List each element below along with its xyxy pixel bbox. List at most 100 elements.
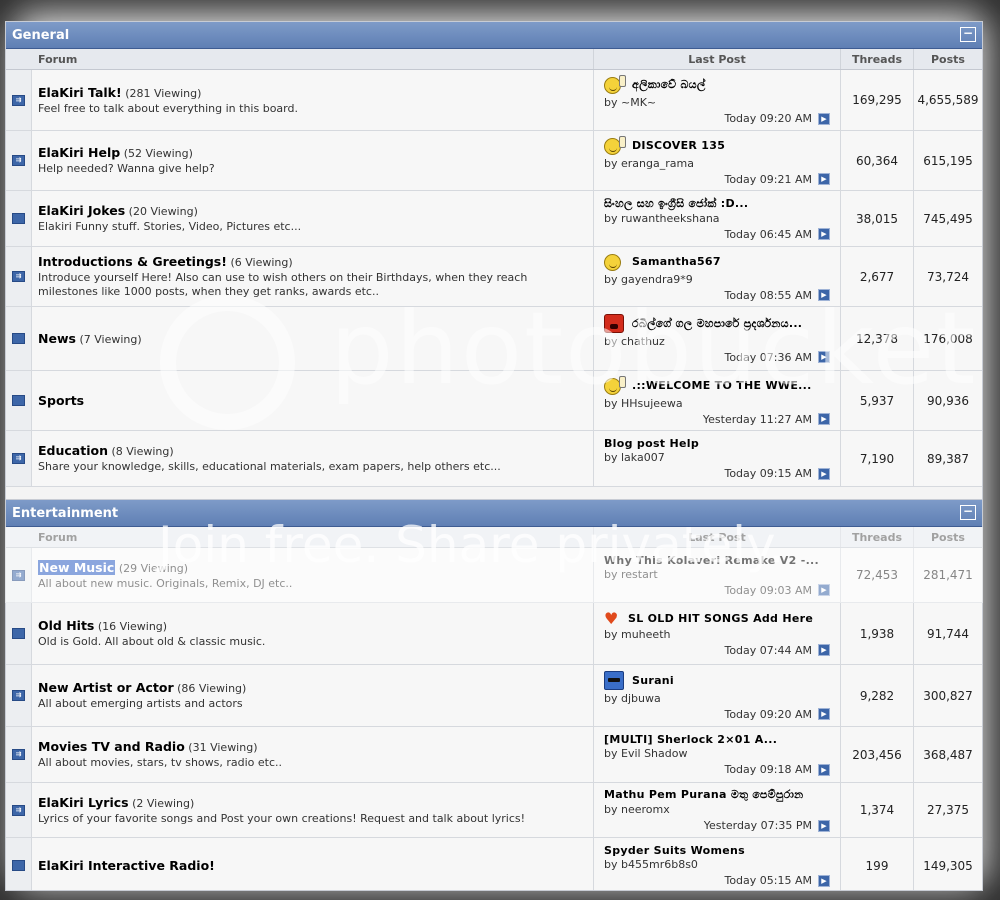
posts-column-header[interactable]: Posts <box>913 49 982 69</box>
last-post-title-link[interactable]: DISCOVER 135 <box>632 139 725 152</box>
heart-icon: ♥ <box>604 608 619 628</box>
last-post-title-link[interactable]: .::WELCOME TO THE WWE... <box>632 379 812 392</box>
last-post-user-link[interactable]: eranga_rama <box>621 157 694 170</box>
last-post-user-link[interactable]: muheeth <box>621 628 670 641</box>
last-post-user-link[interactable]: djbuwa <box>621 692 661 705</box>
forum-status-icon: ⇉ <box>12 155 25 166</box>
forum-title-link[interactable]: ElaKiri Talk! <box>38 85 122 100</box>
last-post-user-link[interactable]: Evil Shadow <box>621 747 687 760</box>
last-post-cell: [MULTI] Sherlock 2×01 A... by Evil Shado… <box>593 727 840 782</box>
thread-count: 203,456 <box>840 727 913 782</box>
last-post-title-link[interactable]: සිංහල සහ ඉංග්‍රීසි ජෝක් :D... <box>604 197 748 211</box>
last-post-user-link[interactable]: ruwantheekshana <box>621 212 720 225</box>
last-post-user-link[interactable]: chathuz <box>621 335 665 348</box>
viewing-count: (52 Viewing) <box>123 147 193 160</box>
viewing-count: (16 Viewing) <box>97 620 168 633</box>
last-post-column-header[interactable]: Last Post <box>593 49 840 69</box>
last-post-time: Today 09:20 AM <box>724 112 812 125</box>
go-to-last-post-icon[interactable]: ▶ <box>818 228 830 240</box>
collapse-button[interactable]: − <box>960 27 976 42</box>
go-to-last-post-icon[interactable]: ▶ <box>818 584 830 596</box>
last-post-user-link[interactable]: neeromx <box>621 803 670 816</box>
forum-title-link[interactable]: Movies TV and Radio <box>38 739 185 754</box>
last-post-column-header[interactable]: Last Post <box>593 527 840 547</box>
last-post-cell: රබිල්ගේ ගල මහපාරේ ප්‍රදර්ශනය... by chath… <box>593 307 840 370</box>
go-to-last-post-icon[interactable]: ▶ <box>818 289 830 301</box>
go-to-last-post-icon[interactable]: ▶ <box>818 112 830 125</box>
forum-column-header[interactable]: Forum <box>32 527 593 547</box>
last-post-title-link[interactable]: Why This Kolaveri Remake V2 -... <box>604 554 819 567</box>
last-post-user-link[interactable]: restart <box>621 568 658 581</box>
last-post-title-link[interactable]: [MULTI] Sherlock 2×01 A... <box>604 733 777 746</box>
forum-row: ⇉ New Artist or Actor (86 Viewing) All a… <box>6 665 982 727</box>
go-to-last-post-icon[interactable]: ▶ <box>818 644 830 656</box>
forum-title-link[interactable]: News <box>38 331 76 346</box>
forum-status-icon: ⇉ <box>12 628 25 639</box>
go-to-last-post-icon[interactable]: ▶ <box>818 819 830 832</box>
last-post-title-link[interactable]: SL OLD HIT SONGS Add Here <box>628 612 813 625</box>
last-post-time: Today 09:18 AM <box>724 763 812 776</box>
forum-title-link[interactable]: New Artist or Actor <box>38 680 174 695</box>
thread-count: 169,295 <box>840 70 913 130</box>
go-to-last-post-icon[interactable]: ▶ <box>818 708 830 720</box>
forum-title-link[interactable]: New Music <box>38 559 116 575</box>
threads-column-header[interactable]: Threads <box>840 527 913 547</box>
forum-row: ⇉ ElaKiri Help (52 Viewing) Help needed?… <box>6 131 982 191</box>
forum-title-link[interactable]: Introductions & Greetings! <box>38 254 227 269</box>
category-title: General <box>12 28 70 43</box>
last-post-title-link[interactable]: රබිල්ගේ ගල මහපාරේ ප්‍රදර්ශනය... <box>632 317 802 331</box>
last-post-user-link[interactable]: laka007 <box>621 451 665 464</box>
forum-title-link[interactable]: ElaKiri Lyrics <box>38 795 129 810</box>
posts-column-header[interactable]: Posts <box>913 527 982 547</box>
forum-title-link[interactable]: Education <box>38 443 108 458</box>
forum-column-header[interactable]: Forum <box>32 49 593 69</box>
last-post-time: Today 09:03 AM <box>724 583 812 597</box>
threads-column-header[interactable]: Threads <box>840 49 913 69</box>
last-post-title-link[interactable]: අලිකාවේ බයල් <box>632 78 706 92</box>
last-post-title-link[interactable]: Blog post Help <box>604 437 699 450</box>
last-post-cell: Why This Kolaveri Remake V2 -... by rest… <box>593 548 840 602</box>
last-post-title-link[interactable]: Mathu Pem Purana මතු පෙම්පුරාන <box>604 788 803 802</box>
forum-title-link[interactable]: ElaKiri Help <box>38 145 120 160</box>
last-post-title-link[interactable]: Spyder Suits Womens <box>604 844 745 857</box>
last-post-title-link[interactable]: Samantha567 <box>632 255 721 268</box>
go-to-last-post-icon[interactable]: ▶ <box>818 874 830 887</box>
viewing-count: (31 Viewing) <box>188 741 258 754</box>
forum-title-link[interactable]: ElaKiri Jokes <box>38 203 125 218</box>
post-count: 27,375 <box>913 783 982 837</box>
post-count: 281,471 <box>913 548 982 602</box>
viewing-count: (281 Viewing) <box>125 86 202 100</box>
forum-category-general: General − Forum Last Post Threads Posts … <box>5 21 983 501</box>
post-count: 73,724 <box>913 247 982 306</box>
viewing-count: (86 Viewing) <box>177 682 247 695</box>
go-to-last-post-icon[interactable]: ▶ <box>818 173 830 185</box>
last-post-user-link[interactable]: gayendra9*9 <box>621 273 693 286</box>
go-to-last-post-icon[interactable]: ▶ <box>818 413 830 425</box>
collapse-button[interactable]: − <box>960 505 976 520</box>
thread-count: 2,677 <box>840 247 913 306</box>
last-post-title-link[interactable]: Surani <box>632 674 674 687</box>
last-post-time: Today 09:21 AM <box>724 172 812 186</box>
last-post-cell: අලිකාවේ බයල් by ~MK~ Today 09:20 AM ▶ <box>593 70 840 130</box>
thread-count: 38,015 <box>840 191 913 246</box>
last-post-user-link[interactable]: HHsujeewa <box>621 397 683 410</box>
go-to-last-post-icon[interactable]: ▶ <box>818 467 830 480</box>
forum-title-link[interactable]: Old Hits <box>38 618 94 633</box>
post-count: 91,744 <box>913 603 982 664</box>
last-post-cell: .::WELCOME TO THE WWE... by HHsujeewa Ye… <box>593 371 840 430</box>
last-post-user-link[interactable]: ~MK~ <box>621 96 656 109</box>
go-to-last-post-icon[interactable]: ▶ <box>818 351 830 363</box>
post-count: 300,827 <box>913 665 982 726</box>
go-to-last-post-icon[interactable]: ▶ <box>818 763 830 776</box>
thread-count: 60,364 <box>840 131 913 190</box>
last-post-user-link[interactable]: b455mr6b8s0 <box>621 858 698 871</box>
last-post-time: Yesterday 07:35 PM <box>703 819 812 832</box>
forum-title-link[interactable]: ElaKiri Interactive Radio! <box>38 858 215 873</box>
cool-face-icon <box>604 670 626 691</box>
forum-title-link[interactable]: Sports <box>38 393 84 408</box>
forum-description: All about movies, stars, tv shows, radio… <box>38 756 283 769</box>
forum-description: Help needed? Wanna give help? <box>38 162 215 175</box>
category-header: Entertainment − <box>6 500 982 527</box>
forum-status-icon: ⇉ <box>12 860 25 871</box>
thread-count: 5,937 <box>840 371 913 430</box>
